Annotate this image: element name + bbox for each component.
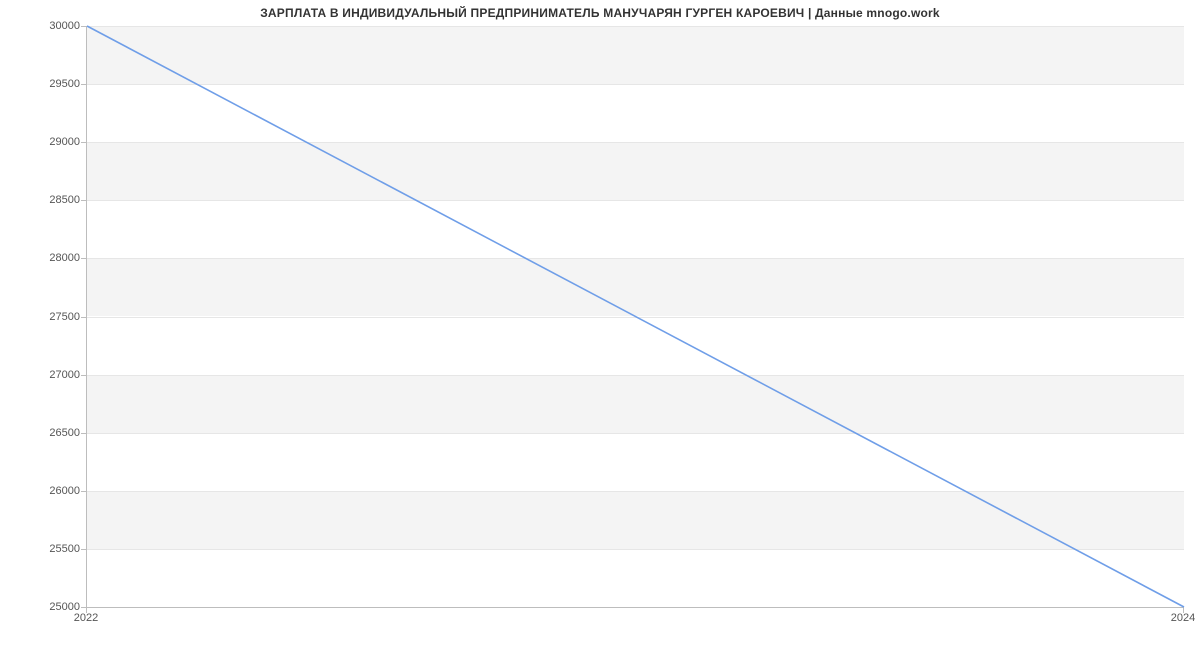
x-tick-label: 2022 [74,612,98,624]
y-tick-mark [81,84,86,85]
y-tick-mark [81,317,86,318]
y-tick-label: 25500 [20,543,80,555]
y-tick-label: 27500 [20,311,80,323]
y-tick-mark [81,142,86,143]
y-tick-label: 28000 [20,252,80,264]
plot-area [86,26,1184,608]
y-tick-mark [81,375,86,376]
x-tick-mark [86,608,87,613]
y-tick-mark [81,200,86,201]
y-tick-label: 29000 [20,136,80,148]
series-line [87,26,1184,607]
line-layer [87,26,1184,607]
y-tick-mark [81,491,86,492]
y-tick-label: 27000 [20,369,80,381]
x-tick-mark [1183,608,1184,613]
y-tick-label: 29500 [20,78,80,90]
y-tick-label: 25000 [20,601,80,613]
y-tick-mark [81,433,86,434]
y-tick-mark [81,26,86,27]
chart-title: ЗАРПЛАТА В ИНДИВИДУАЛЬНЫЙ ПРЕДПРИНИМАТЕЛ… [0,6,1200,20]
y-tick-label: 26500 [20,427,80,439]
y-tick-label: 26000 [20,485,80,497]
y-tick-label: 30000 [20,20,80,32]
y-tick-mark [81,258,86,259]
y-tick-label: 28500 [20,194,80,206]
x-tick-label: 2024 [1171,612,1195,624]
y-tick-mark [81,549,86,550]
chart-container: ЗАРПЛАТА В ИНДИВИДУАЛЬНЫЙ ПРЕДПРИНИМАТЕЛ… [0,0,1200,650]
